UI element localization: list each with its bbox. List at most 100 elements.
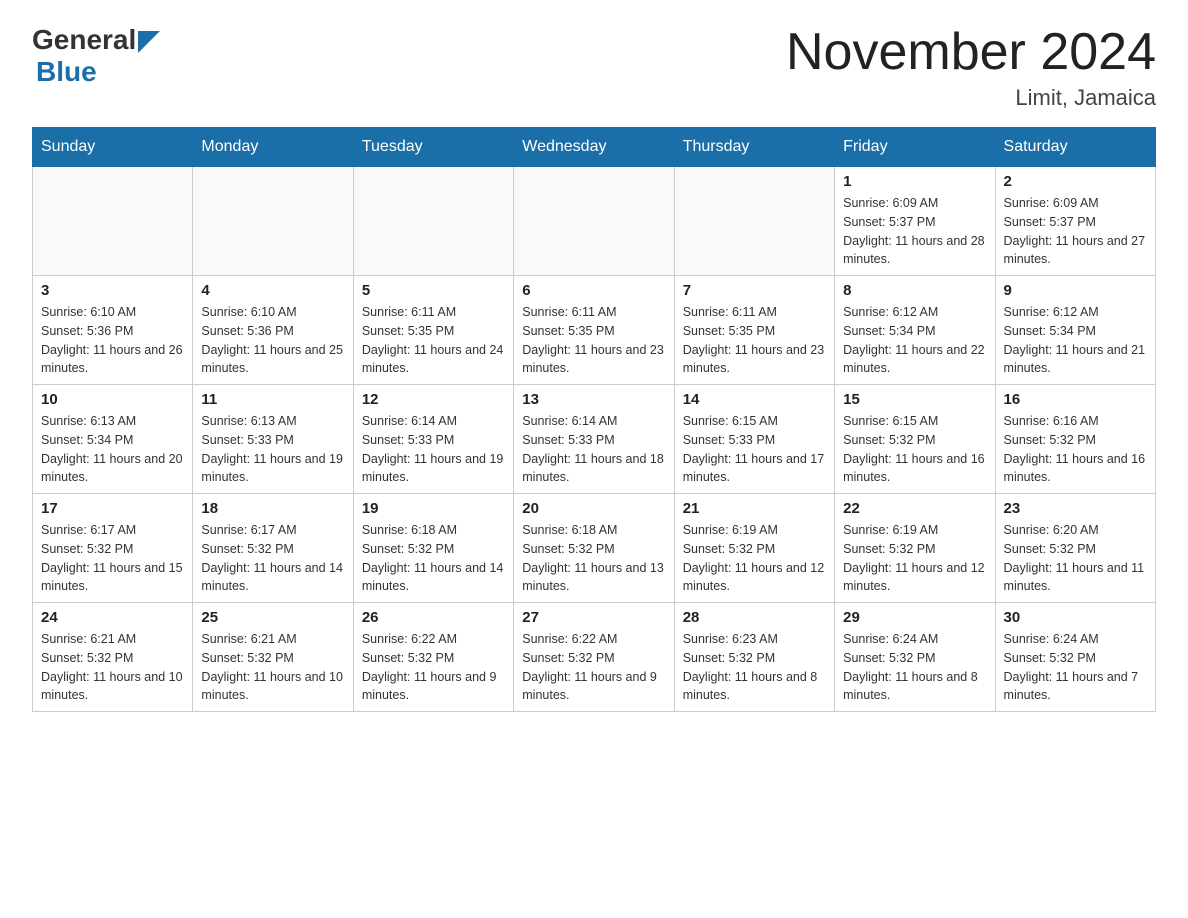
day-number: 22 — [843, 500, 986, 517]
day-info: Sunrise: 6:14 AMSunset: 5:33 PMDaylight:… — [522, 412, 665, 487]
page-header: General Blue November 2024 Limit, Jamaic… — [32, 24, 1156, 111]
calendar-cell: 8 Sunrise: 6:12 AMSunset: 5:34 PMDaylight… — [835, 276, 995, 385]
calendar-week-row: 24 Sunrise: 6:21 AMSunset: 5:32 PMDayligh… — [33, 603, 1156, 712]
day-number: 4 — [201, 282, 344, 299]
calendar-cell: 10 Sunrise: 6:13 AMSunset: 5:34 PMDayligh… — [33, 385, 193, 494]
day-info: Sunrise: 6:19 AMSunset: 5:32 PMDaylight:… — [683, 521, 826, 596]
day-info: Sunrise: 6:18 AMSunset: 5:32 PMDaylight:… — [362, 521, 505, 596]
day-info: Sunrise: 6:22 AMSunset: 5:32 PMDaylight:… — [522, 630, 665, 705]
calendar-cell: 24 Sunrise: 6:21 AMSunset: 5:32 PMDayligh… — [33, 603, 193, 712]
logo-general: General — [32, 24, 136, 56]
day-number: 17 — [41, 500, 184, 517]
calendar-cell: 1 Sunrise: 6:09 AMSunset: 5:37 PMDaylight… — [835, 167, 995, 276]
calendar-cell: 28 Sunrise: 6:23 AMSunset: 5:32 PMDayligh… — [674, 603, 834, 712]
calendar-cell: 22Sunrise: 6:19 AMSunset: 5:32 PMDayligh… — [835, 494, 995, 603]
calendar-cell: 2 Sunrise: 6:09 AMSunset: 5:37 PMDaylight… — [995, 167, 1155, 276]
calendar-cell: 14 Sunrise: 6:15 AMSunset: 5:33 PMDayligh… — [674, 385, 834, 494]
calendar-cell — [33, 167, 193, 276]
calendar-cell: 20 Sunrise: 6:18 AMSunset: 5:32 PMDayligh… — [514, 494, 674, 603]
day-info: Sunrise: 6:20 AMSunset: 5:32 PMDaylight:… — [1004, 521, 1147, 596]
day-number: 10 — [41, 391, 184, 408]
day-number: 9 — [1004, 282, 1147, 299]
day-info: Sunrise: 6:15 AMSunset: 5:33 PMDaylight:… — [683, 412, 826, 487]
day-info: Sunrise: 6:11 AMSunset: 5:35 PMDaylight:… — [683, 303, 826, 378]
day-info: Sunrise: 6:12 AMSunset: 5:34 PMDaylight:… — [843, 303, 986, 378]
title-block: November 2024 Limit, Jamaica — [786, 24, 1156, 111]
calendar-cell: 11Sunrise: 6:13 AMSunset: 5:33 PMDayligh… — [193, 385, 353, 494]
calendar-cell: 7 Sunrise: 6:11 AMSunset: 5:35 PMDaylight… — [674, 276, 834, 385]
day-info: Sunrise: 6:09 AMSunset: 5:37 PMDaylight:… — [1004, 194, 1147, 269]
day-info: Sunrise: 6:15 AMSunset: 5:32 PMDaylight:… — [843, 412, 986, 487]
calendar-cell: 13Sunrise: 6:14 AMSunset: 5:33 PMDayligh… — [514, 385, 674, 494]
day-number: 28 — [683, 609, 826, 626]
calendar-cell: 12Sunrise: 6:14 AMSunset: 5:33 PMDayligh… — [353, 385, 513, 494]
day-info: Sunrise: 6:23 AMSunset: 5:32 PMDaylight:… — [683, 630, 826, 705]
calendar-cell: 3Sunrise: 6:10 AMSunset: 5:36 PMDaylight… — [33, 276, 193, 385]
day-info: Sunrise: 6:13 AMSunset: 5:34 PMDaylight:… — [41, 412, 184, 487]
calendar-cell: 4 Sunrise: 6:10 AMSunset: 5:36 PMDaylight… — [193, 276, 353, 385]
weekday-header-monday: Monday — [193, 128, 353, 167]
location-title: Limit, Jamaica — [786, 85, 1156, 111]
day-number: 29 — [843, 609, 986, 626]
day-number: 15 — [843, 391, 986, 408]
day-info: Sunrise: 6:14 AMSunset: 5:33 PMDaylight:… — [362, 412, 505, 487]
logo-blue: Blue — [36, 56, 97, 88]
calendar-cell: 29 Sunrise: 6:24 AMSunset: 5:32 PMDayligh… — [835, 603, 995, 712]
calendar-cell: 25Sunrise: 6:21 AMSunset: 5:32 PMDayligh… — [193, 603, 353, 712]
day-info: Sunrise: 6:10 AMSunset: 5:36 PMDaylight:… — [201, 303, 344, 378]
calendar-cell: 30 Sunrise: 6:24 AMSunset: 5:32 PMDayligh… — [995, 603, 1155, 712]
calendar-cell: 6 Sunrise: 6:11 AMSunset: 5:35 PMDaylight… — [514, 276, 674, 385]
day-number: 14 — [683, 391, 826, 408]
day-number: 25 — [201, 609, 344, 626]
day-number: 21 — [683, 500, 826, 517]
day-number: 16 — [1004, 391, 1147, 408]
weekday-header-tuesday: Tuesday — [353, 128, 513, 167]
calendar-cell — [353, 167, 513, 276]
calendar-cell: 16Sunrise: 6:16 AMSunset: 5:32 PMDayligh… — [995, 385, 1155, 494]
logo-triangle-icon — [138, 31, 160, 53]
calendar-cell: 27 Sunrise: 6:22 AMSunset: 5:32 PMDayligh… — [514, 603, 674, 712]
weekday-header-saturday: Saturday — [995, 128, 1155, 167]
day-number: 24 — [41, 609, 184, 626]
day-number: 8 — [843, 282, 986, 299]
day-number: 3 — [41, 282, 184, 299]
day-number: 5 — [362, 282, 505, 299]
day-number: 18 — [201, 500, 344, 517]
day-info: Sunrise: 6:11 AMSunset: 5:35 PMDaylight:… — [362, 303, 505, 378]
day-info: Sunrise: 6:11 AMSunset: 5:35 PMDaylight:… — [522, 303, 665, 378]
day-info: Sunrise: 6:12 AMSunset: 5:34 PMDaylight:… — [1004, 303, 1147, 378]
day-number: 6 — [522, 282, 665, 299]
day-number: 1 — [843, 173, 986, 190]
day-info: Sunrise: 6:21 AMSunset: 5:32 PMDaylight:… — [41, 630, 184, 705]
calendar-week-row: 1 Sunrise: 6:09 AMSunset: 5:37 PMDaylight… — [33, 167, 1156, 276]
calendar-cell: 18Sunrise: 6:17 AMSunset: 5:32 PMDayligh… — [193, 494, 353, 603]
calendar-cell — [193, 167, 353, 276]
day-info: Sunrise: 6:17 AMSunset: 5:32 PMDaylight:… — [41, 521, 184, 596]
day-number: 27 — [522, 609, 665, 626]
day-info: Sunrise: 6:18 AMSunset: 5:32 PMDaylight:… — [522, 521, 665, 596]
calendar-cell: 15 Sunrise: 6:15 AMSunset: 5:32 PMDayligh… — [835, 385, 995, 494]
day-number: 19 — [362, 500, 505, 517]
calendar-cell: 9 Sunrise: 6:12 AMSunset: 5:34 PMDaylight… — [995, 276, 1155, 385]
day-info: Sunrise: 6:24 AMSunset: 5:32 PMDaylight:… — [843, 630, 986, 705]
calendar-cell: 19 Sunrise: 6:18 AMSunset: 5:32 PMDayligh… — [353, 494, 513, 603]
weekday-header-thursday: Thursday — [674, 128, 834, 167]
day-number: 20 — [522, 500, 665, 517]
weekday-header-sunday: Sunday — [33, 128, 193, 167]
calendar-table: SundayMondayTuesdayWednesdayThursdayFrid… — [32, 127, 1156, 712]
day-info: Sunrise: 6:09 AMSunset: 5:37 PMDaylight:… — [843, 194, 986, 269]
day-info: Sunrise: 6:24 AMSunset: 5:32 PMDaylight:… — [1004, 630, 1147, 705]
calendar-cell: 23Sunrise: 6:20 AMSunset: 5:32 PMDayligh… — [995, 494, 1155, 603]
calendar-cell — [674, 167, 834, 276]
day-number: 30 — [1004, 609, 1147, 626]
weekday-header-wednesday: Wednesday — [514, 128, 674, 167]
day-info: Sunrise: 6:13 AMSunset: 5:33 PMDaylight:… — [201, 412, 344, 487]
calendar-week-row: 10 Sunrise: 6:13 AMSunset: 5:34 PMDayligh… — [33, 385, 1156, 494]
calendar-cell: 21 Sunrise: 6:19 AMSunset: 5:32 PMDayligh… — [674, 494, 834, 603]
day-number: 2 — [1004, 173, 1147, 190]
day-number: 26 — [362, 609, 505, 626]
calendar-week-row: 3 Sunrise: 6:10 AMSunset: 5:36 PMDaylight… — [33, 276, 1156, 385]
day-number: 7 — [683, 282, 826, 299]
calendar-cell: 26Sunrise: 6:22 AMSunset: 5:32 PMDayligh… — [353, 603, 513, 712]
weekday-header-row: SundayMondayTuesdayWednesdayThursdayFrid… — [33, 128, 1156, 167]
